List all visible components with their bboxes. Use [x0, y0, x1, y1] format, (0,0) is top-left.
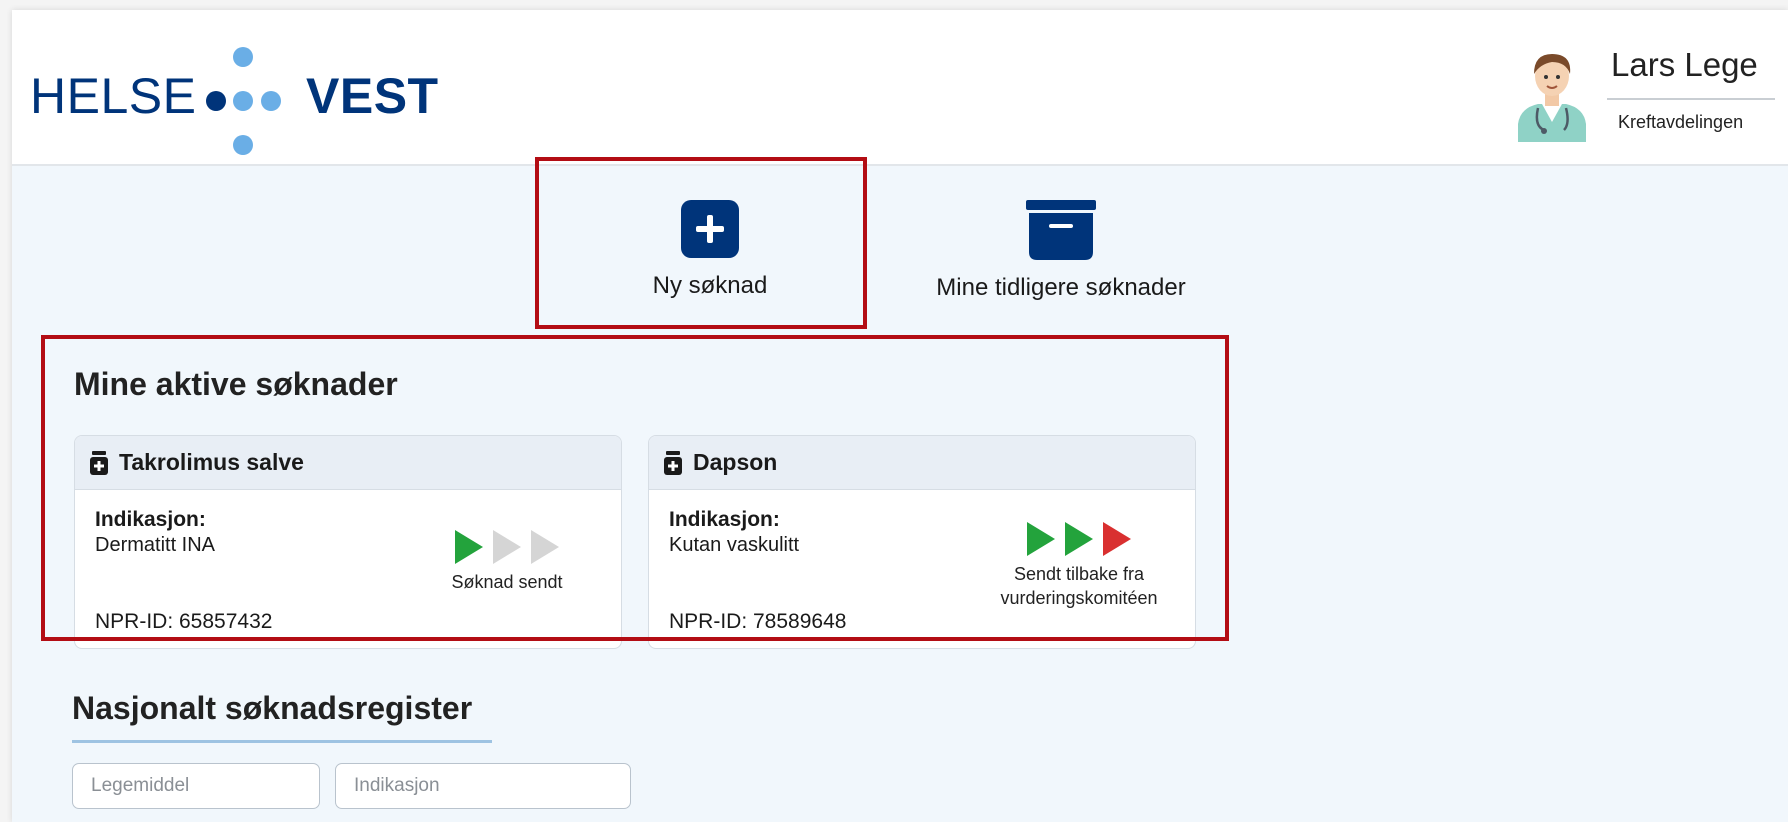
- user-name: Lars Lege: [1611, 46, 1758, 83]
- highlight-box-active-applications: [41, 335, 1229, 641]
- logo-dot-top: [233, 47, 253, 67]
- highlight-box-new-application: [535, 157, 867, 329]
- logo-dot-right: [261, 91, 281, 111]
- user-department: Kreftavdelingen: [1618, 112, 1744, 132]
- helse-vest-logo[interactable]: HELSE VEST: [30, 40, 440, 155]
- indication-search-input[interactable]: [335, 763, 631, 809]
- top-bar: HELSE VEST Lars Lege Kreftavdelingen: [12, 10, 1788, 166]
- doctor-avatar-icon: [1518, 54, 1586, 142]
- logo-word-helse: HELSE: [30, 68, 197, 124]
- previous-applications-label: Mine tidligere søknader: [936, 274, 1186, 301]
- user-divider: [1607, 98, 1775, 100]
- register-title-underline: [72, 740, 492, 743]
- previous-applications-button[interactable]: Mine tidligere søknader: [912, 200, 1210, 302]
- logo-dot-bottom: [233, 135, 253, 155]
- register-title: Nasjonalt søknadsregister: [72, 690, 473, 726]
- user-profile[interactable]: Lars Lege Kreftavdelingen: [1514, 36, 1775, 144]
- logo-word-vest: VEST: [306, 68, 439, 124]
- logo-dot-left: [206, 91, 226, 111]
- logo-dot-center: [233, 91, 253, 111]
- drug-search-input[interactable]: [72, 763, 320, 809]
- archive-box-icon: [1026, 200, 1096, 260]
